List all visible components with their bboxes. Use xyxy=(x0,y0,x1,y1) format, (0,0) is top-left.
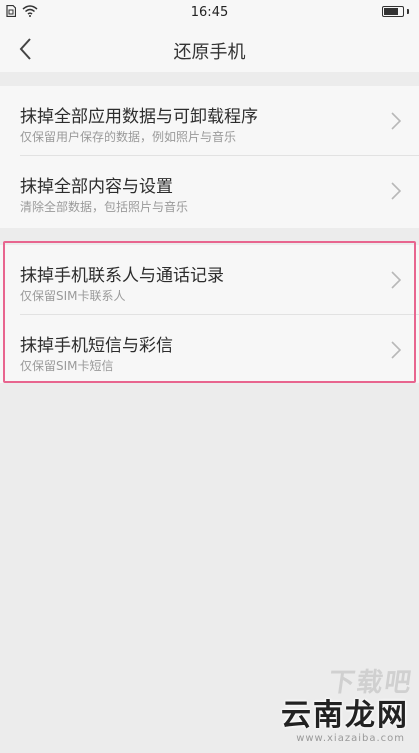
item-title: 抹掉全部内容与设置 xyxy=(20,177,173,197)
reset-options-group-2: 抹掉手机联系人与通话记录 仅保留SIM卡联系人 抹掉手机短信与彩信 仅保留SIM… xyxy=(0,245,419,383)
status-bar: 16:45 xyxy=(0,0,419,26)
battery-icon xyxy=(382,6,409,17)
nav-bar: 还原手机 xyxy=(0,26,419,72)
chevron-right-icon xyxy=(391,341,401,359)
page-title: 还原手机 xyxy=(173,42,246,63)
chevron-right-icon xyxy=(391,112,401,130)
watermark-main: 云南龙网 xyxy=(281,698,409,733)
erase-messages-item[interactable]: 抹掉手机短信与彩信 仅保留SIM卡短信 xyxy=(0,315,419,385)
item-subtitle: 仅保留用户保存的数据，例如照片与音乐 xyxy=(20,130,237,144)
reset-options-group-1: 抹掉全部应用数据与可卸载程序 仅保留用户保存的数据，例如照片与音乐 抹掉全部内容… xyxy=(0,86,419,228)
item-subtitle: 清除全部数据，包括照片与音乐 xyxy=(20,200,189,214)
item-subtitle: 仅保留SIM卡联系人 xyxy=(20,289,126,303)
chevron-right-icon xyxy=(391,182,401,200)
chevron-right-icon xyxy=(391,271,401,289)
battery-fill xyxy=(384,8,398,15)
item-title: 抹掉手机短信与彩信 xyxy=(20,336,173,356)
item-title: 抹掉手机联系人与通话记录 xyxy=(20,266,224,286)
item-title: 抹掉全部应用数据与可卸载程序 xyxy=(20,107,258,127)
erase-all-content-item[interactable]: 抹掉全部内容与设置 清除全部数据，包括照片与音乐 xyxy=(0,156,419,226)
status-time: 16:45 xyxy=(190,5,229,20)
erase-app-data-item[interactable]: 抹掉全部应用数据与可卸载程序 仅保留用户保存的数据，例如照片与音乐 xyxy=(0,86,419,156)
erase-contacts-item[interactable]: 抹掉手机联系人与通话记录 仅保留SIM卡联系人 xyxy=(0,245,419,315)
item-subtitle: 仅保留SIM卡短信 xyxy=(20,359,114,373)
watermark-url: www.xiazaiba.com xyxy=(296,733,405,744)
